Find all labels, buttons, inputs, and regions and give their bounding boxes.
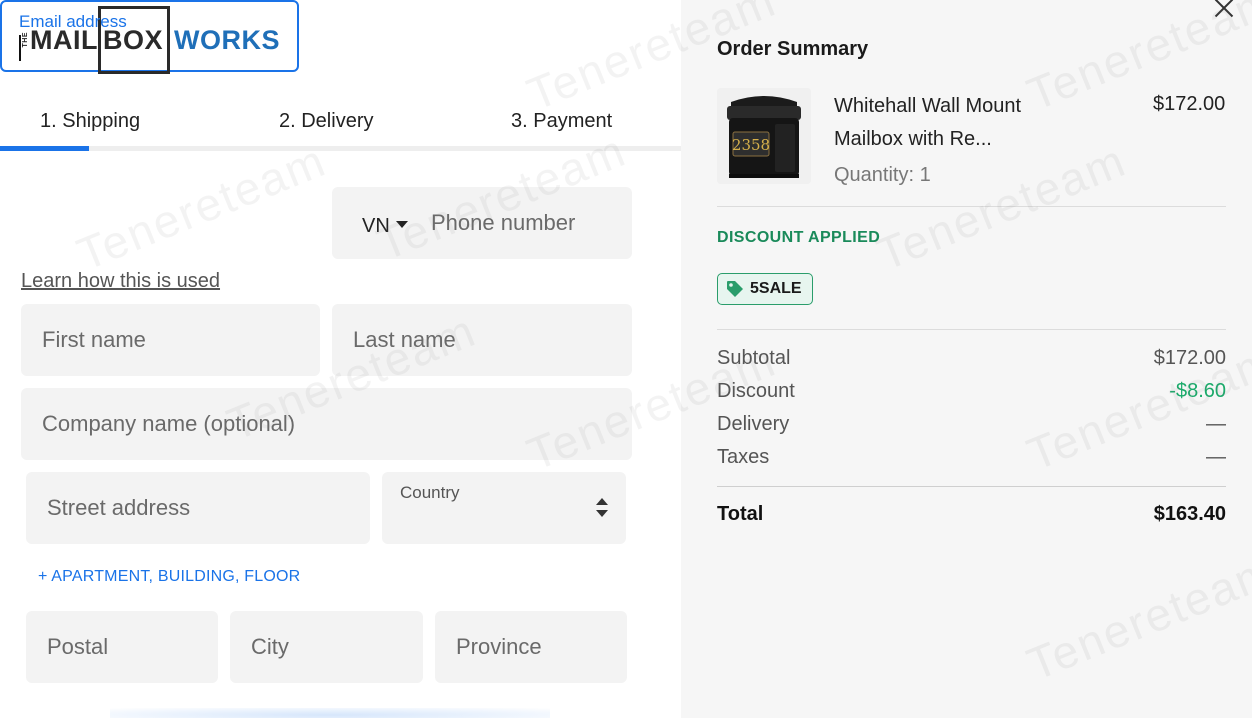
logo-the: THE	[22, 32, 29, 48]
continue-button-glow	[110, 708, 550, 718]
svg-text:2358: 2358	[732, 136, 770, 154]
subtotal-row: Subtotal $172.00	[717, 347, 1226, 370]
delivery-label: Delivery	[717, 413, 790, 435]
mailbox-image: 2358	[717, 88, 811, 184]
total-label: Total	[717, 503, 764, 525]
city-field[interactable]: City	[230, 611, 423, 683]
select-arrows-icon	[596, 498, 608, 520]
product-price: $172.00	[1153, 93, 1226, 115]
total-value: $163.40	[1153, 503, 1226, 525]
phone-field[interactable]: VN Phone number	[332, 187, 632, 259]
divider	[717, 206, 1226, 207]
product-name: Whitehall Wall Mount Mailbox with Re...	[834, 95, 1022, 150]
caret-down-icon[interactable]	[396, 221, 408, 228]
postal-placeholder: Postal	[47, 634, 109, 659]
street-address-field[interactable]: Street address	[26, 472, 370, 544]
discount-applied-label: DISCOUNT APPLIED	[717, 229, 881, 246]
order-summary-panel: Order Summary 2358 Whitehall Wall Mount …	[681, 0, 1252, 718]
product-thumbnail: 2358	[717, 88, 811, 184]
progress-bar	[0, 146, 89, 151]
discount-code: 5SALE	[750, 280, 802, 297]
last-name-field[interactable]: Last name	[332, 304, 632, 376]
taxes-value: —	[1206, 446, 1226, 468]
province-field[interactable]: Province	[435, 611, 627, 683]
learn-how-used-link[interactable]: Learn how this is used	[21, 270, 220, 293]
order-summary-title: Order Summary	[717, 38, 869, 60]
country-select[interactable]: Country	[382, 472, 626, 544]
step-payment[interactable]: 3. Payment	[511, 110, 612, 133]
delivery-row: Delivery —	[717, 413, 1226, 436]
company-name-field[interactable]: Company name (optional)	[21, 388, 632, 460]
discount-row: Discount -$8.60	[717, 380, 1226, 403]
phone-placeholder: Phone number	[431, 210, 576, 235]
country-code-select[interactable]: VN	[362, 215, 390, 238]
step-delivery[interactable]: 2. Delivery	[279, 110, 373, 133]
subtotal-label: Subtotal	[717, 347, 791, 369]
taxes-label: Taxes	[717, 446, 770, 468]
progress-track	[0, 146, 681, 151]
add-apartment-link[interactable]: + APARTMENT, BUILDING, FLOOR	[38, 568, 300, 586]
logo-works: WORKS	[174, 24, 280, 55]
divider	[717, 486, 1226, 487]
province-placeholder: Province	[456, 634, 542, 659]
subtotal-value: $172.00	[1153, 347, 1226, 369]
close-icon[interactable]	[1213, 0, 1235, 18]
step-shipping[interactable]: 1. Shipping	[40, 110, 140, 133]
postal-field[interactable]: Postal	[26, 611, 218, 683]
company-placeholder: Company name (optional)	[42, 411, 296, 436]
total-row: Total $163.40	[717, 503, 1226, 526]
tag-icon	[727, 281, 743, 297]
first-name-field[interactable]: First name	[21, 304, 320, 376]
email-label: Email address	[19, 12, 127, 31]
text-caret	[19, 35, 21, 61]
discount-label: Discount	[717, 380, 795, 402]
taxes-row: Taxes —	[717, 446, 1226, 469]
checkout-steps: 1. Shipping 2. Delivery 3. Payment	[0, 104, 681, 152]
first-name-placeholder: First name	[42, 327, 146, 352]
last-name-placeholder: Last name	[353, 327, 456, 352]
shipping-form-panel: THE MAIL BOX WORKS 1. Shipping 2. Delive…	[0, 0, 681, 718]
country-label: Country	[400, 483, 460, 502]
delivery-value: —	[1206, 413, 1226, 435]
divider	[717, 329, 1226, 330]
discount-value: -$8.60	[1169, 380, 1226, 402]
discount-code-badge[interactable]: 5SALE	[717, 273, 813, 305]
product-quantity: Quantity: 1	[834, 164, 931, 186]
street-placeholder: Street address	[47, 495, 191, 520]
city-placeholder: City	[251, 634, 289, 659]
